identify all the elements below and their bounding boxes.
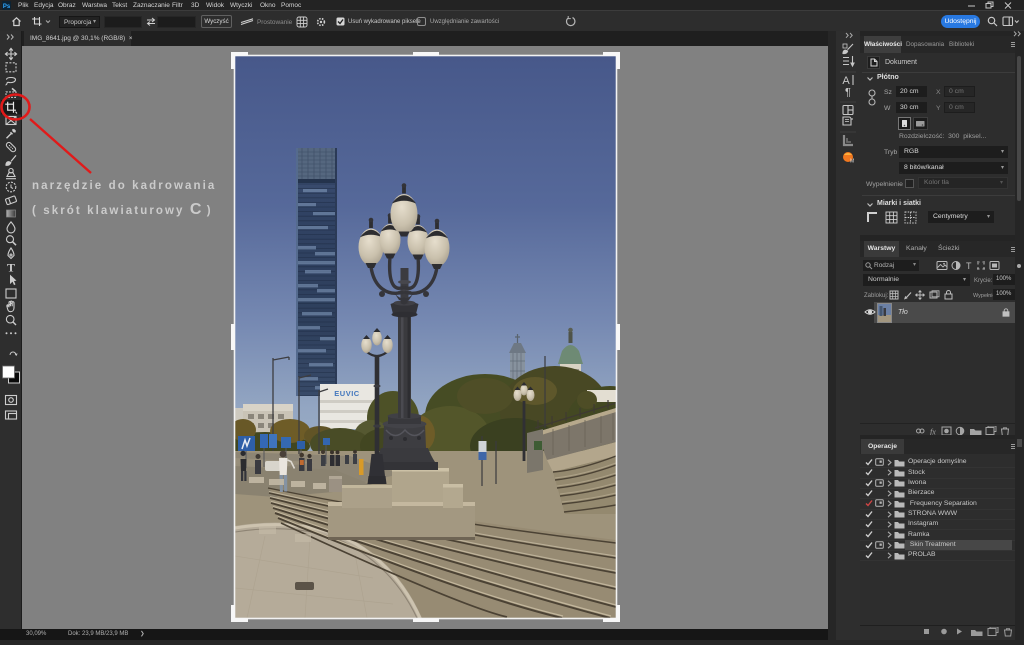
svg-text:¶: ¶ (845, 87, 851, 99)
svg-text:M: M (850, 159, 854, 165)
svg-text:T: T (7, 260, 15, 274)
svg-text:A: A (842, 75, 850, 87)
svg-text:T: T (966, 261, 972, 271)
